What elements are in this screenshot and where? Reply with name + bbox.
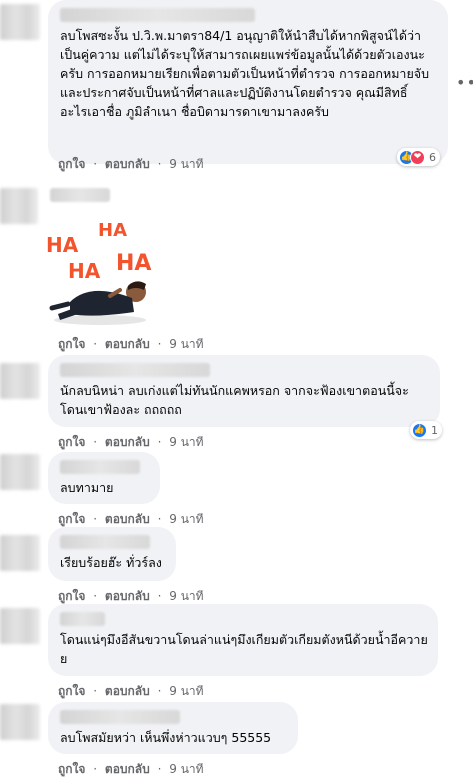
reply-button[interactable]: ตอบกลับ [105, 762, 150, 776]
separator: · [157, 589, 162, 603]
like-button[interactable]: ถูกใจ [58, 512, 85, 526]
reaction-summary[interactable]: 👍 ❤ 6 [397, 148, 440, 166]
sticker-ha-1: HA [46, 233, 79, 257]
laughing-sticker: HA HA HA HA [46, 220, 151, 325]
like-reaction-icon: 👍 [412, 422, 427, 438]
separator: · [157, 762, 162, 776]
like-button[interactable]: ถูกใจ [58, 337, 85, 351]
separator: · [93, 435, 98, 449]
avatar[interactable] [0, 363, 40, 399]
comment-actions: ถูกใจ · ตอบกลับ · 9 นาที [58, 682, 208, 701]
comment-actions: ถูกใจ · ตอบกลับ · 9 นาที [58, 760, 208, 779]
reaction-summary[interactable]: 👍 1 [410, 421, 442, 439]
timestamp[interactable]: 9 นาที [169, 435, 203, 449]
comment-bubble: ลบโพสซะงั้น ป.วิ.พ.มาตรา84/1 อนุญาติให้น… [48, 0, 448, 164]
avatar[interactable] [0, 535, 40, 571]
separator: · [157, 435, 162, 449]
sticker-ha-2: HA [98, 220, 127, 241]
reply-button[interactable]: ตอบกลับ [105, 589, 150, 603]
comment-text: ลบโพสซะงั้น ป.วิ.พ.มาตรา84/1 อนุญาติให้น… [60, 28, 430, 119]
sticker-ha-4: HA [116, 251, 151, 276]
avatar[interactable] [0, 704, 40, 740]
author-name-redacted[interactable] [60, 535, 150, 549]
comment-bubble: ลบทามาย [48, 452, 160, 504]
author-name-redacted[interactable] [60, 460, 140, 474]
comment-text: ลบโพสมัยหว่า เห็นพึ่งห่าวแวบๆ 55555 [60, 730, 272, 745]
avatar[interactable] [0, 454, 40, 490]
timestamp[interactable]: 9 นาที [169, 337, 203, 351]
avatar[interactable] [0, 608, 40, 644]
comment-text: โดนแน่ๆมึงอีสันขวานโดนล่าแน่ๆมึงเกียมตัว… [60, 632, 428, 666]
comment-text: เรียบร้อยฮ๊ะ ทั่วร์ลง [60, 555, 162, 570]
sticker-ha-3: HA [68, 259, 101, 283]
comment-text: ลบทามาย [60, 480, 114, 495]
like-button[interactable]: ถูกใจ [58, 435, 85, 449]
separator: · [93, 762, 98, 776]
separator: · [157, 337, 162, 351]
comment-bubble: โดนแน่ๆมึงอีสันขวานโดนล่าแน่ๆมึงเกียมตัว… [48, 604, 438, 676]
comment-bubble: เรียบร้อยฮ๊ะ ทั่วร์ลง [48, 527, 176, 581]
comment-bubble: นักลบนิหน่า ลบเก่งแต่ไม่ทันนักแคพหรอก จา… [48, 355, 440, 427]
author-name-redacted[interactable] [60, 363, 210, 377]
separator: · [93, 337, 98, 351]
love-reaction-icon: ❤ [410, 149, 425, 165]
reply-button[interactable]: ตอบกลับ [105, 435, 150, 449]
avatar[interactable] [0, 4, 40, 40]
author-name-redacted[interactable] [60, 612, 105, 626]
separator: · [93, 157, 98, 171]
separator: · [93, 512, 98, 526]
separator: · [157, 512, 162, 526]
author-name-redacted[interactable] [60, 8, 255, 22]
comment-actions: ถูกใจ · ตอบกลับ · 9 นาที [58, 433, 208, 452]
avatar[interactable] [0, 188, 38, 224]
like-button[interactable]: ถูกใจ [58, 684, 85, 698]
separator: · [157, 157, 162, 171]
like-button[interactable]: ถูกใจ [58, 762, 85, 776]
reaction-count: 1 [431, 423, 438, 437]
more-horizontal-icon[interactable]: ••• [456, 73, 473, 92]
author-name-redacted[interactable] [60, 710, 180, 724]
timestamp[interactable]: 9 นาที [169, 512, 203, 526]
reaction-count: 6 [429, 150, 436, 164]
comment-bubble: ลบโพสมัยหว่า เห็นพึ่งห่าวแวบๆ 55555 [48, 702, 298, 754]
reply-button[interactable]: ตอบกลับ [105, 337, 150, 351]
timestamp[interactable]: 9 นาที [169, 762, 203, 776]
author-name-redacted[interactable] [50, 188, 110, 202]
timestamp[interactable]: 9 นาที [169, 589, 203, 603]
reply-button[interactable]: ตอบกลับ [105, 684, 150, 698]
comment-actions: ถูกใจ · ตอบกลับ · 9 นาที [58, 155, 208, 174]
timestamp[interactable]: 9 นาที [169, 684, 203, 698]
separator: · [93, 589, 98, 603]
like-button[interactable]: ถูกใจ [58, 589, 85, 603]
separator: · [157, 684, 162, 698]
comment-actions: ถูกใจ · ตอบกลับ · 9 นาที [58, 335, 208, 354]
timestamp[interactable]: 9 นาที [169, 157, 203, 171]
separator: · [93, 684, 98, 698]
like-button[interactable]: ถูกใจ [58, 157, 85, 171]
comment-text: นักลบนิหน่า ลบเก่งแต่ไม่ทันนักแคพหรอก จา… [60, 383, 409, 417]
reply-button[interactable]: ตอบกลับ [105, 512, 150, 526]
reply-button[interactable]: ตอบกลับ [105, 157, 150, 171]
